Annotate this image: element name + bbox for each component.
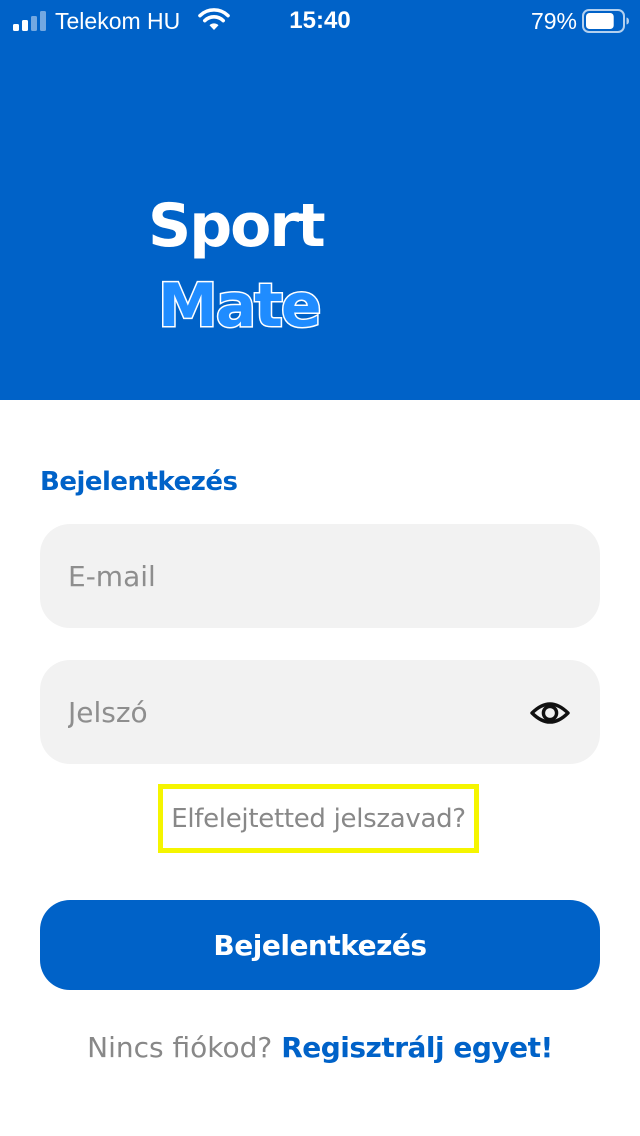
signal-icon (13, 11, 46, 31)
register-prompt: Nincs fiókod? Regisztrálj egyet! (0, 1028, 640, 1068)
logo-sport: Sport (148, 191, 326, 261)
email-field[interactable] (40, 524, 600, 628)
clock: 15:40 (289, 7, 351, 34)
forgot-password-link[interactable]: Elfelejtetted jelszavad? (171, 804, 466, 834)
sportmate-logo: Sport Mate (148, 186, 494, 343)
logo-mate: Mate (157, 270, 324, 343)
header-banner: Telekom HU 15:40 79% Sport Mate (0, 0, 640, 400)
carrier-name: Telekom HU (55, 8, 181, 34)
battery-icon (582, 9, 629, 33)
forgot-password-highlight: Elfelejtetted jelszavad? (158, 784, 479, 853)
login-button[interactable]: Bejelentkezés (40, 900, 600, 990)
password-field[interactable] (40, 660, 600, 764)
status-bar: Telekom HU 15:40 79% (0, 0, 640, 42)
register-link[interactable]: Regisztrálj egyet! (281, 1031, 553, 1064)
wifi-icon (198, 8, 230, 30)
login-heading: Bejelentkezés (40, 467, 238, 497)
eye-icon[interactable] (530, 697, 570, 729)
register-prefix: Nincs fiókod? (87, 1031, 273, 1064)
battery-percent: 79% (530, 8, 577, 34)
